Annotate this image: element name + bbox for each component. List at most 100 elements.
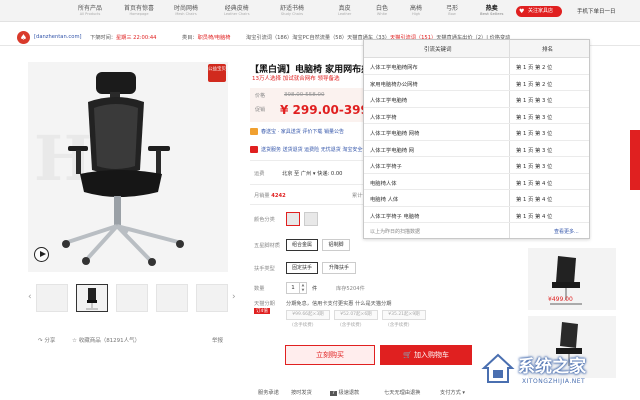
category-label: 类目： (182, 35, 198, 41)
payment-methods-dropdown[interactable]: 支付方式 ▾ (440, 389, 465, 396)
fast-refund-label: 极速退款 (338, 390, 360, 396)
installment-label-group: 天猫分期 (254, 300, 275, 307)
keyword-rank: 第 1 页 第 3 位 (516, 114, 553, 121)
nav-item-homepage[interactable]: 首页有惊喜 Homepage (124, 5, 154, 16)
keyword-row[interactable]: 人体工学电脑椅 网 第 1 页 第 3 位 (364, 141, 589, 157)
armrest-label: 扶手类型 (254, 266, 275, 272)
countdown-info: 下架时间：星期三 22:00:44 (90, 34, 156, 41)
shipping-value[interactable]: 北京 至 广州 ▾ 快递: 0.00 (282, 170, 342, 177)
nav-sub: Study Chairs (280, 12, 304, 16)
nav-label: 时尚网椅 (174, 5, 199, 12)
keyword-row[interactable]: 电脑椅人体 第 1 页 第 4 位 (364, 174, 589, 190)
quantity-input[interactable]: 1 (286, 282, 300, 294)
promo-text-2[interactable]: 送货服务 送货退货 运费险 无忧退货 淘宝安全订单 (261, 147, 372, 153)
buy-now-button[interactable]: 立刻购买 (285, 345, 375, 365)
countdown-value: 星期三 22:00:44 (115, 35, 157, 41)
installment-option-6[interactable]: ¥52.07起×6期 (334, 310, 378, 320)
mobile-order-link[interactable]: 手机下单日一日 (577, 7, 616, 15)
watermark-url: XITONGZHIJIA.NET (522, 378, 586, 385)
nav-item-high[interactable]: 高椅 High (410, 5, 422, 16)
shop-domain[interactable]: [danzhentan.com] (34, 34, 82, 40)
keyword: 人体工学椅 (370, 114, 397, 121)
watermark-text: 系统之家 (518, 357, 586, 377)
base-option-metal[interactable]: 组合金属 (286, 239, 318, 251)
installment-tag: 订4值 (254, 308, 270, 314)
keyword-row[interactable]: 人体工学电脑椅 网椅 第 1 页 第 3 位 (364, 124, 589, 141)
keyword-rank: 第 1 页 第 4 位 (516, 180, 553, 187)
keyword-rank: 第 1 页 第 3 位 (516, 98, 553, 104)
nav-sub: Homepage (129, 12, 149, 16)
follow-shop-button[interactable]: ♥ 关注家具店 (516, 6, 562, 17)
keyword-row[interactable]: 人体工学椅子 第 1 页 第 3 位 (364, 157, 589, 174)
keyword-row[interactable]: 家用电脑椅办公网椅 第 1 页 第 2 位 (364, 75, 589, 91)
nav-item-study-chairs[interactable]: 舒适书椅 Study Chairs (280, 5, 304, 16)
keyword-row[interactable]: 人体工学电脑椅 第 1 页 第 3 位 (364, 91, 589, 108)
nav-item-mesh-chairs[interactable]: 时尚网椅 Mesh Chairs (174, 5, 198, 16)
category-info: 类目：职员椅/电脑椅 (182, 34, 230, 41)
quantity-unit: 件 (312, 286, 318, 292)
stock-text: 库存5204件 (336, 286, 365, 292)
view-more-link[interactable]: 查看更多... (554, 228, 579, 235)
nav-item-white[interactable]: 白色 White (376, 5, 388, 16)
product-thumbnail-selected[interactable] (76, 284, 108, 312)
keyword: 人体工学椅子 电脑椅 (370, 213, 420, 220)
video-play-icon[interactable] (34, 247, 49, 262)
nav-label: 真皮 (338, 5, 351, 12)
promo-text-1[interactable]: 春送宝 · 家具送货 评价下载 销量公告 (261, 129, 344, 135)
keyword: 电脑椅 人体 (370, 197, 399, 203)
keyword-footnote: 以上为昨日的扫描数据 (370, 229, 421, 235)
promo-row-1: 春送宝 · 家具送货 评价下载 销量公告 (250, 128, 344, 135)
favorite-label: 收藏商品（81291人气） (78, 338, 141, 344)
service-promise-link[interactable]: 服务承诺 (258, 389, 279, 396)
report-link[interactable]: 举报 (212, 336, 223, 344)
main-product-image[interactable]: H (28, 62, 228, 272)
keyword-row[interactable]: 人体工学椅 第 1 页 第 3 位 (364, 108, 589, 124)
installment-label: 天猫分期 (254, 301, 275, 307)
quantity-stepper[interactable]: ▲ ▼ (300, 282, 307, 294)
base-option-aluminum[interactable]: 铝制脚 (322, 239, 350, 251)
refund-badge: 7 (330, 391, 337, 396)
floating-sidebar[interactable] (630, 130, 640, 190)
favorite-link[interactable]: ☆ 收藏商品（81291人气） (72, 336, 140, 344)
installment-option-9[interactable]: ¥35.21起×9期 (382, 310, 426, 320)
category-value[interactable]: 职员椅/电脑椅 (198, 35, 231, 41)
thumb-prev-icon[interactable]: ‹ (28, 292, 32, 302)
recommended-item-price: ¥499.00 (548, 296, 573, 303)
product-thumbnail[interactable] (116, 284, 148, 312)
add-to-cart-label: 加入购物车 (413, 351, 449, 359)
keyword-ranking-popup: 引流关键词 排名 人体工学电脑椅网布第 1 页 第 2 位 家用电脑椅办公网椅第… (363, 39, 590, 239)
color-swatch-black[interactable] (286, 212, 300, 226)
house-logo-icon (481, 353, 515, 383)
keyword: 人体工学电脑椅 (370, 98, 408, 104)
installment-note[interactable]: 分期免息，信用卡支付更实惠 什么是天猫分期 (286, 300, 391, 307)
nav-item-leather[interactable]: 真皮 Leather (338, 5, 351, 16)
product-thumbnail[interactable] (196, 284, 228, 312)
nav-item-leather-chairs[interactable]: 经典皮椅 Leather Chairs (224, 5, 250, 16)
keyword-row[interactable]: 人体工学椅子 电脑椅 第 1 页 第 4 位 (364, 207, 589, 223)
nav-item-bow[interactable]: 弓形 Bow (446, 5, 458, 16)
top-nav: 所有产品 All Products 首页有惊喜 Homepage 时尚网椅 Mesh … (0, 0, 640, 22)
product-thumbnail[interactable] (36, 284, 68, 312)
nav-label: 高椅 (410, 5, 423, 12)
keyword-column-header: 引流关键词 (424, 47, 452, 53)
color-swatch-white[interactable] (304, 212, 318, 226)
nav-item-best-sellers[interactable]: 热卖 Best Sellers (480, 5, 504, 16)
armrest-option-lift[interactable]: 升降扶手 (322, 262, 356, 274)
promo-price-label: 促销 (255, 107, 266, 113)
divider (250, 160, 368, 161)
keyword-row[interactable]: 电脑椅 人体 第 1 页 第 4 位 (364, 190, 589, 207)
heart-icon: ♥ (519, 8, 525, 15)
product-thumbnail[interactable] (156, 284, 188, 312)
quantity-label: 数量 (254, 286, 265, 292)
nav-item-all-products[interactable]: 所有产品 All Products (78, 5, 102, 16)
on-time-delivery-link[interactable]: 按时发货 (291, 389, 312, 396)
thumb-next-icon[interactable]: › (232, 292, 236, 302)
armrest-option-fixed[interactable]: 固定扶手 (286, 262, 318, 274)
share-link[interactable]: ↷ 分享 (38, 336, 55, 344)
seven-day-return-link[interactable]: 七天无理由退换 (384, 389, 420, 396)
add-to-cart-button[interactable]: 🛒 加入购物车 (380, 345, 472, 365)
fast-refund-link[interactable]: 7 极速退款 (330, 389, 359, 396)
installment-fee-9: (含手续费) (388, 323, 410, 328)
installment-option-3[interactable]: ¥99.66起×3期 (286, 310, 330, 320)
keyword-row[interactable]: 人体工学电脑椅网布 第 1 页 第 2 位 (364, 58, 589, 75)
